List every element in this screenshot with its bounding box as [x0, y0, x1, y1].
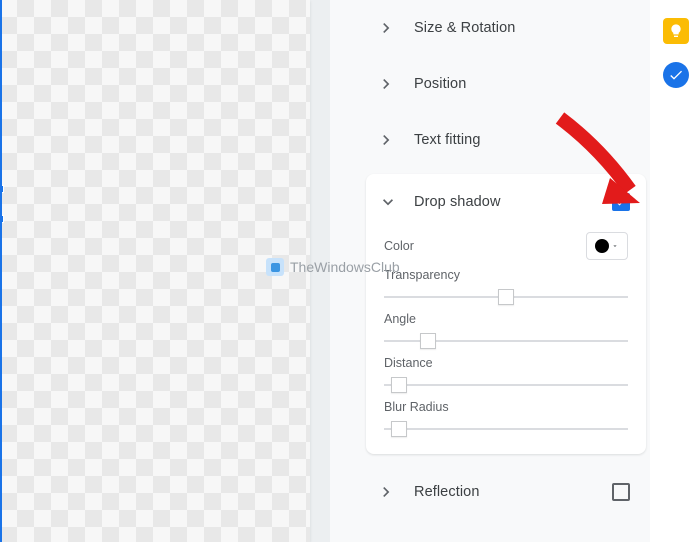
- transparency-slider[interactable]: [384, 286, 628, 308]
- drop-shadow-color-button[interactable]: [586, 232, 628, 260]
- chevron-right-icon: [376, 18, 396, 38]
- slider-thumb[interactable]: [391, 377, 407, 393]
- color-label: Color: [384, 239, 586, 253]
- canvas-area: [0, 0, 330, 542]
- blur-radius-slider[interactable]: [384, 418, 628, 440]
- section-title: Size & Rotation: [414, 20, 630, 36]
- section-title: Drop shadow: [414, 194, 612, 210]
- section-title: Reflection: [414, 484, 612, 500]
- slider-label: Blur Radius: [384, 400, 628, 414]
- selection-handle[interactable]: [0, 185, 4, 193]
- slider-blur-radius: Blur Radius: [366, 400, 646, 440]
- slider-thumb[interactable]: [498, 289, 514, 305]
- reflection-enable-checkbox[interactable]: [612, 483, 630, 501]
- chevron-right-icon: [376, 74, 396, 94]
- slider-thumb[interactable]: [420, 333, 436, 349]
- section-header-position[interactable]: Position: [362, 56, 650, 112]
- chevron-right-icon: [376, 482, 396, 502]
- section-header-text-fitting[interactable]: Text fitting: [362, 112, 650, 168]
- section-drop-shadow: Drop shadow Color Transparency: [366, 174, 646, 454]
- keep-icon[interactable]: [663, 18, 689, 44]
- section-header-size-rotation[interactable]: Size & Rotation: [362, 0, 650, 56]
- slider-track: [384, 384, 628, 386]
- section-text-fitting: Text fitting: [362, 112, 650, 168]
- slider-label: Transparency: [384, 268, 628, 282]
- color-swatch-icon: [595, 239, 609, 253]
- format-options-panel: Size & Rotation Position Text fitting: [362, 0, 650, 542]
- slider-angle: Angle: [366, 312, 646, 352]
- section-position: Position: [362, 56, 650, 112]
- section-reflection: Reflection: [362, 464, 650, 520]
- angle-slider[interactable]: [384, 330, 628, 352]
- selection-handle[interactable]: [0, 215, 4, 223]
- slider-thumb[interactable]: [391, 421, 407, 437]
- section-header-reflection[interactable]: Reflection: [362, 464, 650, 520]
- canvas-page[interactable]: [0, 0, 310, 542]
- slider-transparency: Transparency: [366, 268, 646, 308]
- slider-label: Distance: [384, 356, 628, 370]
- tasks-icon[interactable]: [663, 62, 689, 88]
- app-root: Size & Rotation Position Text fitting: [0, 0, 700, 542]
- drop-shadow-enable-checkbox[interactable]: [612, 193, 630, 211]
- distance-slider[interactable]: [384, 374, 628, 396]
- section-title: Position: [414, 76, 630, 92]
- chevron-down-icon: [378, 192, 398, 212]
- chevron-right-icon: [376, 130, 396, 150]
- section-title: Text fitting: [414, 132, 630, 148]
- section-header-drop-shadow[interactable]: Drop shadow: [366, 174, 646, 230]
- caret-down-icon: [611, 242, 619, 250]
- slider-track: [384, 428, 628, 430]
- slider-label: Angle: [384, 312, 628, 326]
- drop-shadow-color-row: Color: [366, 228, 646, 264]
- slider-distance: Distance: [366, 356, 646, 396]
- section-size-rotation: Size & Rotation: [362, 0, 650, 56]
- side-panel-strip: [650, 0, 700, 542]
